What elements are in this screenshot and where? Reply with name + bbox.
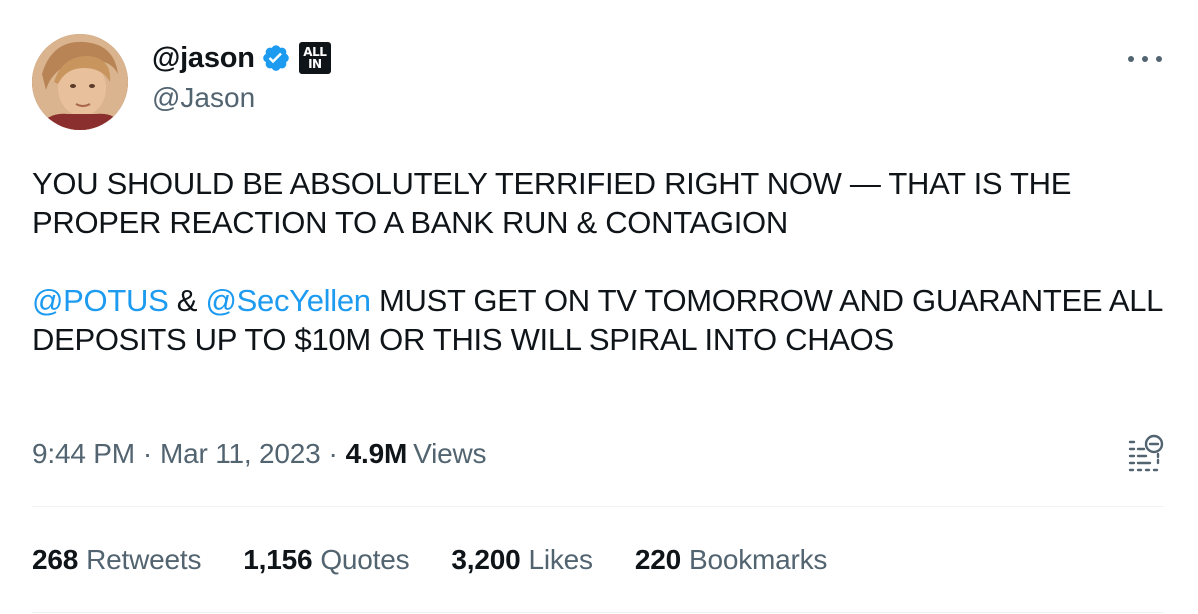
divider [32, 506, 1164, 507]
affiliate-badge-line2: IN [308, 57, 322, 71]
tweet-date[interactable]: Mar 11, 2023 [160, 438, 321, 470]
tweet-amp: & [168, 283, 206, 318]
engagement-stats: 268 Retweets 1,156 Quotes 3,200 Likes 22… [32, 544, 869, 576]
divider [32, 612, 1164, 613]
more-options-icon[interactable] [1128, 52, 1162, 66]
tweet-paragraph-2: @POTUS & @SecYellen MUST GET ON TV TOMOR… [32, 281, 1172, 359]
meta-separator: · [328, 438, 338, 469]
stat-label: Bookmarks [688, 544, 828, 575]
stat-bookmarks[interactable]: 220 Bookmarks [634, 544, 828, 576]
avatar[interactable] [32, 34, 128, 130]
stat-label: Likes [528, 544, 593, 575]
views-label: Views [413, 438, 487, 469]
author-name-row: @jason ALL IN [152, 40, 331, 76]
meta-separator: · [142, 438, 153, 469]
tweet-paragraph-1: YOU SHOULD BE ABSOLUTELY TERRIFIED RIGHT… [32, 166, 1072, 240]
more-dot [1128, 56, 1134, 62]
stat-retweets[interactable]: 268 Retweets [32, 544, 201, 576]
mention-secyellen[interactable]: @SecYellen [205, 283, 371, 318]
stat-number: 1,156 [243, 544, 313, 575]
tweet-time[interactable]: 9:44 PM [32, 438, 135, 470]
stat-number: 268 [32, 544, 79, 575]
author-handle[interactable]: @Jason [152, 82, 255, 114]
stat-label: Quotes [320, 544, 410, 575]
stat-likes[interactable]: 3,200 Likes [451, 544, 593, 576]
author-display-name[interactable]: @jason [152, 42, 255, 75]
stat-number: 3,200 [451, 544, 521, 575]
more-dot [1142, 56, 1148, 62]
avatar-image [32, 34, 128, 130]
views-count: 4.9M [345, 438, 408, 469]
verified-badge-icon[interactable] [261, 43, 291, 73]
tweet-meta: 9:44 PM · Mar 11, 2023 · 4.9M Views [32, 438, 486, 470]
stat-quotes[interactable]: 1,156 Quotes [243, 544, 409, 576]
analytics-icon[interactable] [1126, 432, 1164, 474]
mention-potus[interactable]: @POTUS [32, 283, 169, 318]
stat-label: Retweets [86, 544, 202, 575]
more-dot [1156, 56, 1162, 62]
affiliate-badge-icon[interactable]: ALL IN [298, 42, 331, 74]
stat-number: 220 [634, 544, 681, 575]
tweet-text: YOU SHOULD BE ABSOLUTELY TERRIFIED RIGHT… [32, 164, 1172, 359]
